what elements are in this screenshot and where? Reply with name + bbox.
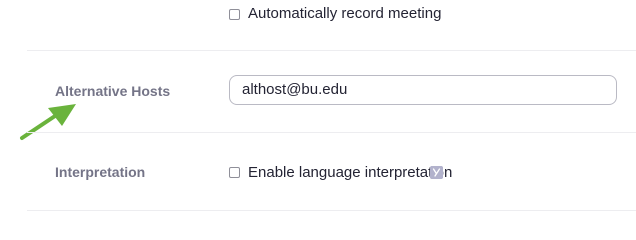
alternative-hosts-input[interactable]: althost@bu.edu [229,75,617,105]
section-divider [27,132,636,133]
interpretation-option-label[interactable]: Enable language interpretation [248,163,452,183]
section-divider [27,210,636,211]
auto-record-row: Automatically record meeting [0,0,636,50]
arrow-icon [20,104,76,140]
alternative-hosts-value: althost@bu.edu [242,81,348,98]
section-divider [27,50,636,51]
auto-record-label[interactable]: Automatically record meeting [248,4,441,24]
auto-record-checkbox[interactable] [229,9,240,20]
interpretation-checkbox[interactable] [229,167,240,178]
alternative-hosts-label: Alternative Hosts [55,83,171,99]
interpretation-label: Interpretation [55,164,146,180]
info-icon[interactable] [430,166,443,179]
